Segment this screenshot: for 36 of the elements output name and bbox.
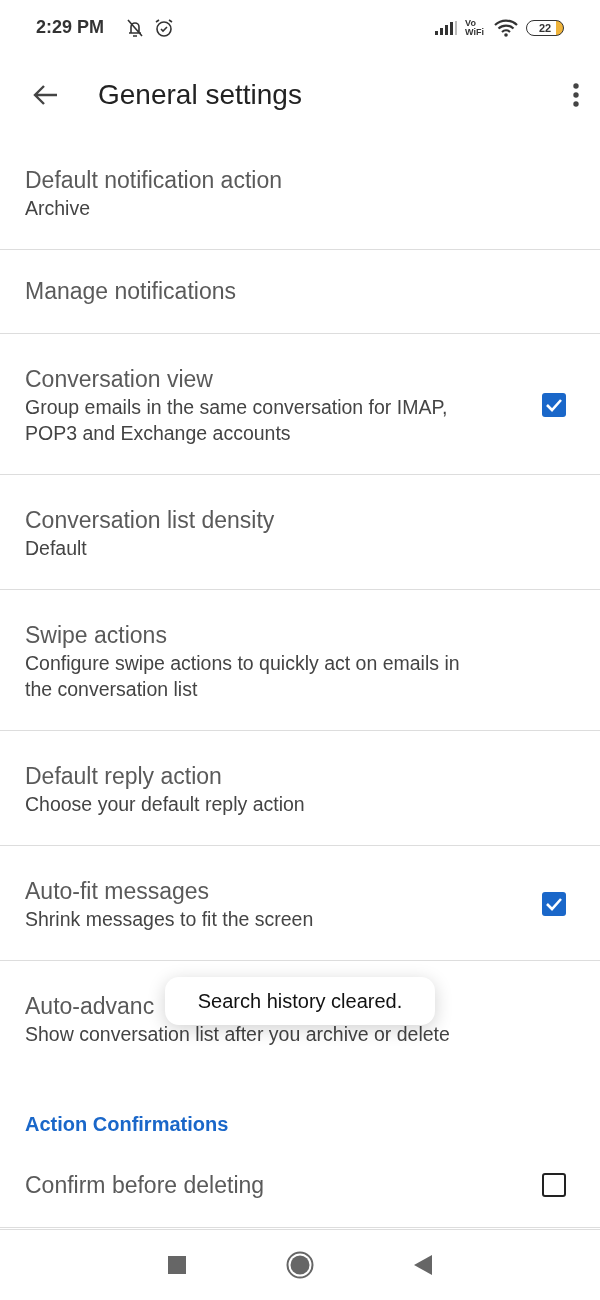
setting-description: Show conversation list after you archive or delete: [25, 1022, 451, 1047]
checkbox[interactable]: [542, 393, 566, 417]
search-cleared-toast: Search history cleared.: [165, 977, 435, 1025]
checkbox[interactable]: [542, 892, 566, 916]
back-arrow-icon: [32, 84, 58, 106]
setting-title[interactable]: Auto-fit messages: [25, 876, 210, 906]
setting-title[interactable]: Default notification action: [25, 165, 282, 195]
setting-title[interactable]: Conversation list density: [25, 505, 275, 535]
setting-description: Default: [25, 536, 88, 561]
wifi-label: WiFi: [465, 27, 484, 37]
setting-title[interactable]: Auto-advanc: [25, 991, 155, 1021]
alarm-icon: [154, 17, 175, 38]
muted-bell-icon: [126, 17, 145, 38]
setting-title[interactable]: Conversation view: [25, 364, 213, 394]
setting-title[interactable]: Confirm before deleting: [25, 1170, 265, 1200]
screen-title: General settings: [98, 79, 303, 111]
setting-description: Archive: [25, 196, 92, 221]
setting-title[interactable]: Swipe actions: [25, 620, 167, 650]
status-time: 2:29 PM: [36, 17, 105, 38]
checkmark-icon: [545, 897, 563, 911]
setting-title[interactable]: Default reply action: [25, 761, 222, 791]
checkmark-icon: [545, 398, 563, 412]
section-header: Action Confirmations: [24, 1112, 230, 1137]
vo-label: Vo: [465, 18, 477, 28]
wifi-icon: [494, 18, 518, 37]
signal-icon: [435, 20, 458, 35]
setting-description: Shrink messages to fit the screen: [25, 907, 315, 932]
setting-description: Group emails in the same conversation for IMAP, POP3 and Exchange accounts: [25, 395, 449, 446]
setting-description: Choose your default reply action: [25, 792, 306, 817]
setting-title[interactable]: Manage notifications: [25, 276, 236, 306]
back-icon[interactable]: [414, 1255, 432, 1275]
home-icon[interactable]: [286, 1251, 314, 1279]
battery-percent: 22: [538, 21, 552, 34]
more-vertical-icon: [572, 83, 580, 107]
checkbox[interactable]: [542, 1173, 566, 1197]
setting-description: Configure swipe actions to quickly act on emails in the conversation list: [25, 651, 461, 702]
